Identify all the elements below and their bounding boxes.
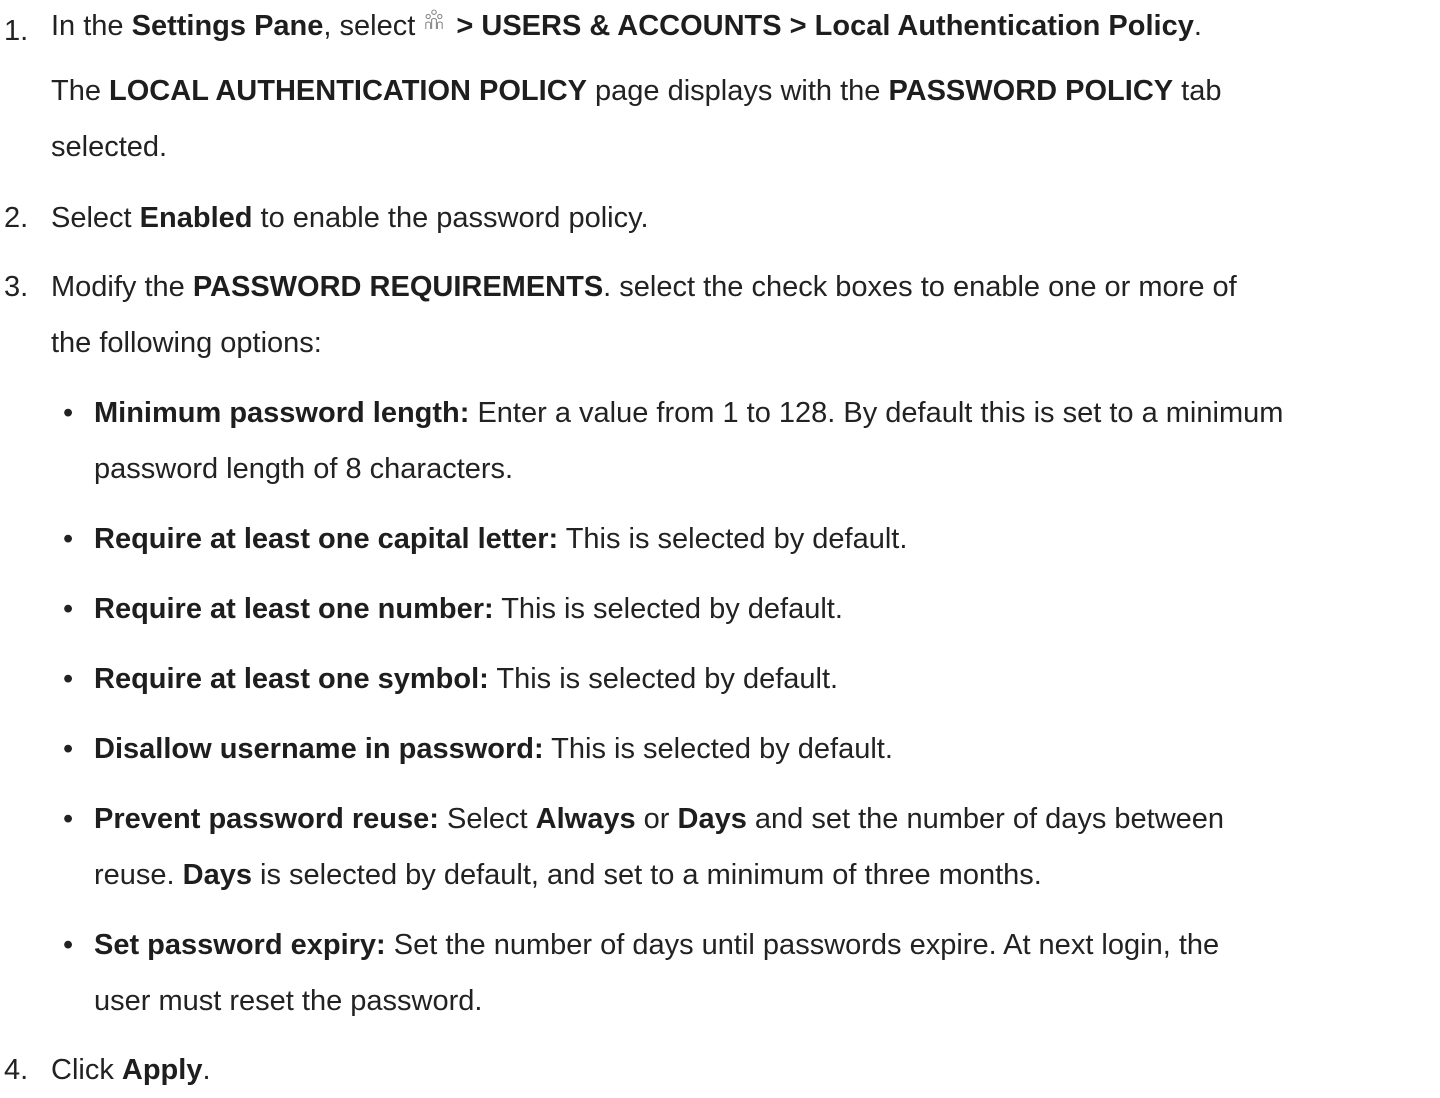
text-run: to enable the password policy.: [252, 202, 649, 234]
text-run: , select: [323, 10, 424, 42]
option-text: Prevent password reuse: Select Always or…: [94, 791, 1434, 903]
option-label: Prevent password reuse:: [94, 803, 439, 835]
ui-term-days: Days: [182, 859, 252, 891]
option-line: Require at least one capital letter: Thi…: [94, 511, 1434, 567]
option-line: Disallow username in password: This is s…: [94, 721, 1434, 777]
option-label: Require at least one capital letter:: [94, 523, 559, 555]
step-number: 4.: [4, 1054, 29, 1086]
text-run: This is selected by default.: [493, 593, 843, 625]
text-run: Select: [51, 202, 140, 234]
bullet-dot: •: [63, 397, 74, 429]
text-run: This is selected by default.: [488, 663, 839, 695]
text-run: . select the check boxes to enable one o…: [603, 271, 1237, 303]
text-run: Select: [438, 803, 536, 835]
option-label: Disallow username in password:: [94, 733, 544, 765]
text-run: The: [51, 75, 110, 107]
step-line: selected.: [51, 119, 1426, 175]
bullet-dot: •: [63, 593, 74, 625]
step-text: In the Settings Pane, select > USERS & A…: [51, 0, 1426, 175]
text-run: Click: [51, 1054, 122, 1086]
text-run: reuse.: [94, 859, 183, 891]
option-text: Set password expiry: Set the number of d…: [94, 917, 1434, 1029]
option-text: Require at least one number: This is sel…: [94, 581, 1434, 637]
ui-term-page: LOCAL AUTHENTICATION POLICY: [109, 75, 587, 107]
option-line: Require at least one symbol: This is sel…: [94, 651, 1434, 707]
option-text: Disallow username in password: This is s…: [94, 721, 1434, 777]
option-line: user must reset the password.: [94, 973, 1434, 1029]
ui-term-settings-pane: Settings Pane: [131, 10, 324, 42]
step-line: Modify the PASSWORD REQUIREMENTS. select…: [51, 259, 1426, 315]
text-run: password length of 8 characters.: [94, 453, 514, 485]
step-number: 2.: [4, 202, 29, 234]
ui-term-password-requirements: PASSWORD REQUIREMENTS: [192, 271, 604, 303]
ui-term-menu-path: > USERS & ACCOUNTS > Local Authenticatio…: [448, 10, 1194, 42]
option-line: password length of 8 characters.: [94, 441, 1434, 497]
option-line: Require at least one number: This is sel…: [94, 581, 1434, 637]
text-run: tab: [1173, 75, 1222, 107]
bullet-dot: •: [63, 663, 74, 695]
step-number: 3.: [4, 271, 29, 303]
option-text: Require at least one symbol: This is sel…: [94, 651, 1434, 707]
text-run: the following options:: [51, 327, 322, 359]
option-line: reuse. Days is selected by default, and …: [94, 847, 1434, 903]
step-line: the following options:: [51, 315, 1426, 371]
option-label: Require at least one number:: [94, 593, 494, 625]
option-label: Minimum password length:: [94, 397, 470, 429]
text-run: is selected by default, and set to a min…: [252, 859, 1042, 891]
text-run: and set the number of days between: [746, 803, 1225, 835]
text-run: Enter a value from 1 to 128. By default …: [469, 397, 1284, 429]
text-run: page displays with the: [586, 75, 889, 107]
bullet-dot: •: [63, 733, 74, 765]
text-run: or: [635, 803, 678, 835]
step-line: In the Settings Pane, select > USERS & A…: [51, 0, 1426, 54]
option-text: Minimum password length: Enter a value f…: [94, 385, 1434, 497]
option-text: Require at least one capital letter: Thi…: [94, 511, 1434, 567]
text-run: .: [202, 1054, 211, 1086]
option-label: Set password expiry:: [94, 929, 386, 961]
text-run: This is selected by default.: [543, 733, 893, 765]
step-line: Click Apply.: [51, 1042, 1426, 1098]
option-line: Prevent password reuse: Select Always or…: [94, 791, 1434, 847]
ui-term-days: Days: [677, 803, 747, 835]
step-text: Click Apply.: [51, 1042, 1426, 1098]
users-icon: [425, 9, 444, 29]
ui-term-enabled: Enabled: [139, 202, 253, 234]
step-text: Select Enabled to enable the password po…: [51, 190, 1426, 246]
option-line: Set password expiry: Set the number of d…: [94, 917, 1434, 973]
ui-term-apply: Apply: [121, 1054, 203, 1086]
text-run: user must reset the password.: [94, 985, 483, 1017]
step-number: 1.: [4, 15, 29, 47]
step-line: The LOCAL AUTHENTICATION POLICY page dis…: [51, 63, 1426, 119]
option-label: Require at least one symbol:: [94, 663, 489, 695]
text-run: Modify the: [51, 271, 193, 303]
text-run: Set the number of days until passwords e…: [385, 929, 1220, 961]
bullet-dot: •: [63, 929, 74, 961]
option-line: Minimum password length: Enter a value f…: [94, 385, 1434, 441]
text-run: This is selected by default.: [558, 523, 908, 555]
step-text: Modify the PASSWORD REQUIREMENTS. select…: [51, 259, 1426, 371]
bullet-dot: •: [63, 803, 74, 835]
ui-term-always: Always: [535, 803, 636, 835]
step-line: Select Enabled to enable the password po…: [51, 190, 1426, 246]
text-run: In the: [51, 10, 132, 42]
text-run: selected.: [51, 131, 168, 163]
text-run: .: [1193, 10, 1202, 42]
ui-term-tab: PASSWORD POLICY: [888, 75, 1174, 107]
bullet-dot: •: [63, 523, 74, 555]
